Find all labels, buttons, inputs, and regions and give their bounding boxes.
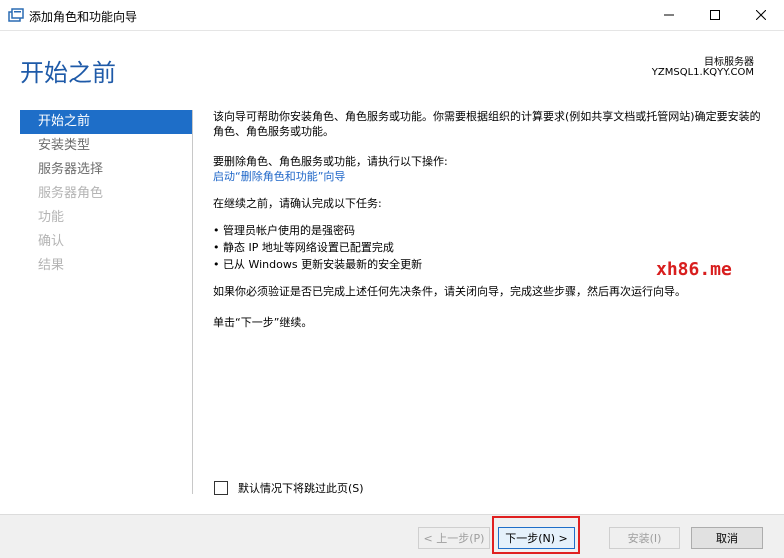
nav-step-confirmation: 确认 — [38, 234, 65, 249]
window-title: 添加角色和功能向导 — [29, 10, 138, 24]
list-item: • 已从 Windows 更新安装最新的安全更新 — [213, 258, 423, 271]
maximize-button[interactable] — [692, 0, 738, 30]
nav-divider — [192, 110, 193, 494]
minimize-button[interactable] — [646, 0, 692, 30]
skip-page-label: 默认情况下将跳过此页(S) — [238, 482, 364, 495]
skip-page-checkbox[interactable] — [214, 481, 228, 495]
skip-page-option[interactable]: 默认情况下将跳过此页(S) — [214, 480, 364, 496]
nav-step-features: 功能 — [38, 210, 65, 225]
nav-step-server-selection[interactable]: 服务器选择 — [20, 158, 192, 182]
prerequisites-list: • 管理员帐户使用的是强密码 • 静态 IP 地址等网络设置已配置完成 • 已从 Wi… — [213, 222, 422, 273]
previous-button[interactable]: < 上一步(P) — [418, 527, 490, 549]
install-button[interactable]: 安装(I) — [609, 527, 680, 549]
maximize-icon — [710, 10, 720, 20]
verify-paragraph: 如果你必须验证是否已完成上述任何先决条件，请关闭向导，完成这些步骤，然后再次运行… — [213, 285, 686, 298]
nav-step-before-you-begin[interactable]: 开始之前 — [20, 110, 192, 134]
wizard-footer: < 上一步(P) 下一步(N) > 安装(I) 取消 — [0, 514, 784, 558]
intro-paragraph: 该向导可帮助你安装角色、角色服务或功能。你需要根据组织的计算要求(例如共享文档或… — [213, 110, 761, 138]
close-icon — [756, 10, 766, 20]
target-server-label: 目标服务器 — [704, 57, 754, 68]
server-manager-icon — [8, 7, 24, 23]
close-button[interactable] — [738, 0, 784, 30]
nav-step-installation-type[interactable]: 安装类型 — [20, 134, 192, 158]
list-item: • 静态 IP 地址等网络设置已配置完成 — [213, 241, 394, 254]
continue-instruction: 单击“下一步”继续。 — [213, 316, 313, 329]
remove-roles-link[interactable]: 启动“删除角色和功能”向导 — [213, 169, 345, 184]
title-bar: 添加角色和功能向导 — [0, 0, 784, 31]
cancel-button[interactable]: 取消 — [691, 527, 763, 549]
remove-instruction: 要删除角色、角色服务或功能，请执行以下操作: — [213, 155, 448, 168]
wizard-steps-nav: 开始之前 安装类型 服务器选择 服务器角色 功能 确认 结果 — [20, 110, 192, 278]
list-item: • 管理员帐户使用的是强密码 — [213, 224, 355, 237]
nav-step-server-roles: 服务器角色 — [38, 186, 104, 201]
prerequisites-heading: 在继续之前，请确认完成以下任务: — [213, 197, 382, 210]
nav-step-results: 结果 — [38, 258, 65, 273]
wizard-header: 开始之前 目标服务器 YZMSQL1.KQYY.COM — [0, 31, 784, 101]
target-server-name: YZMSQL1.KQYY.COM — [651, 67, 754, 78]
next-button-highlight — [492, 516, 580, 554]
page-title: 开始之前 — [20, 59, 116, 87]
watermark-text: xh86.me — [656, 259, 732, 280]
minimize-icon — [664, 14, 674, 16]
